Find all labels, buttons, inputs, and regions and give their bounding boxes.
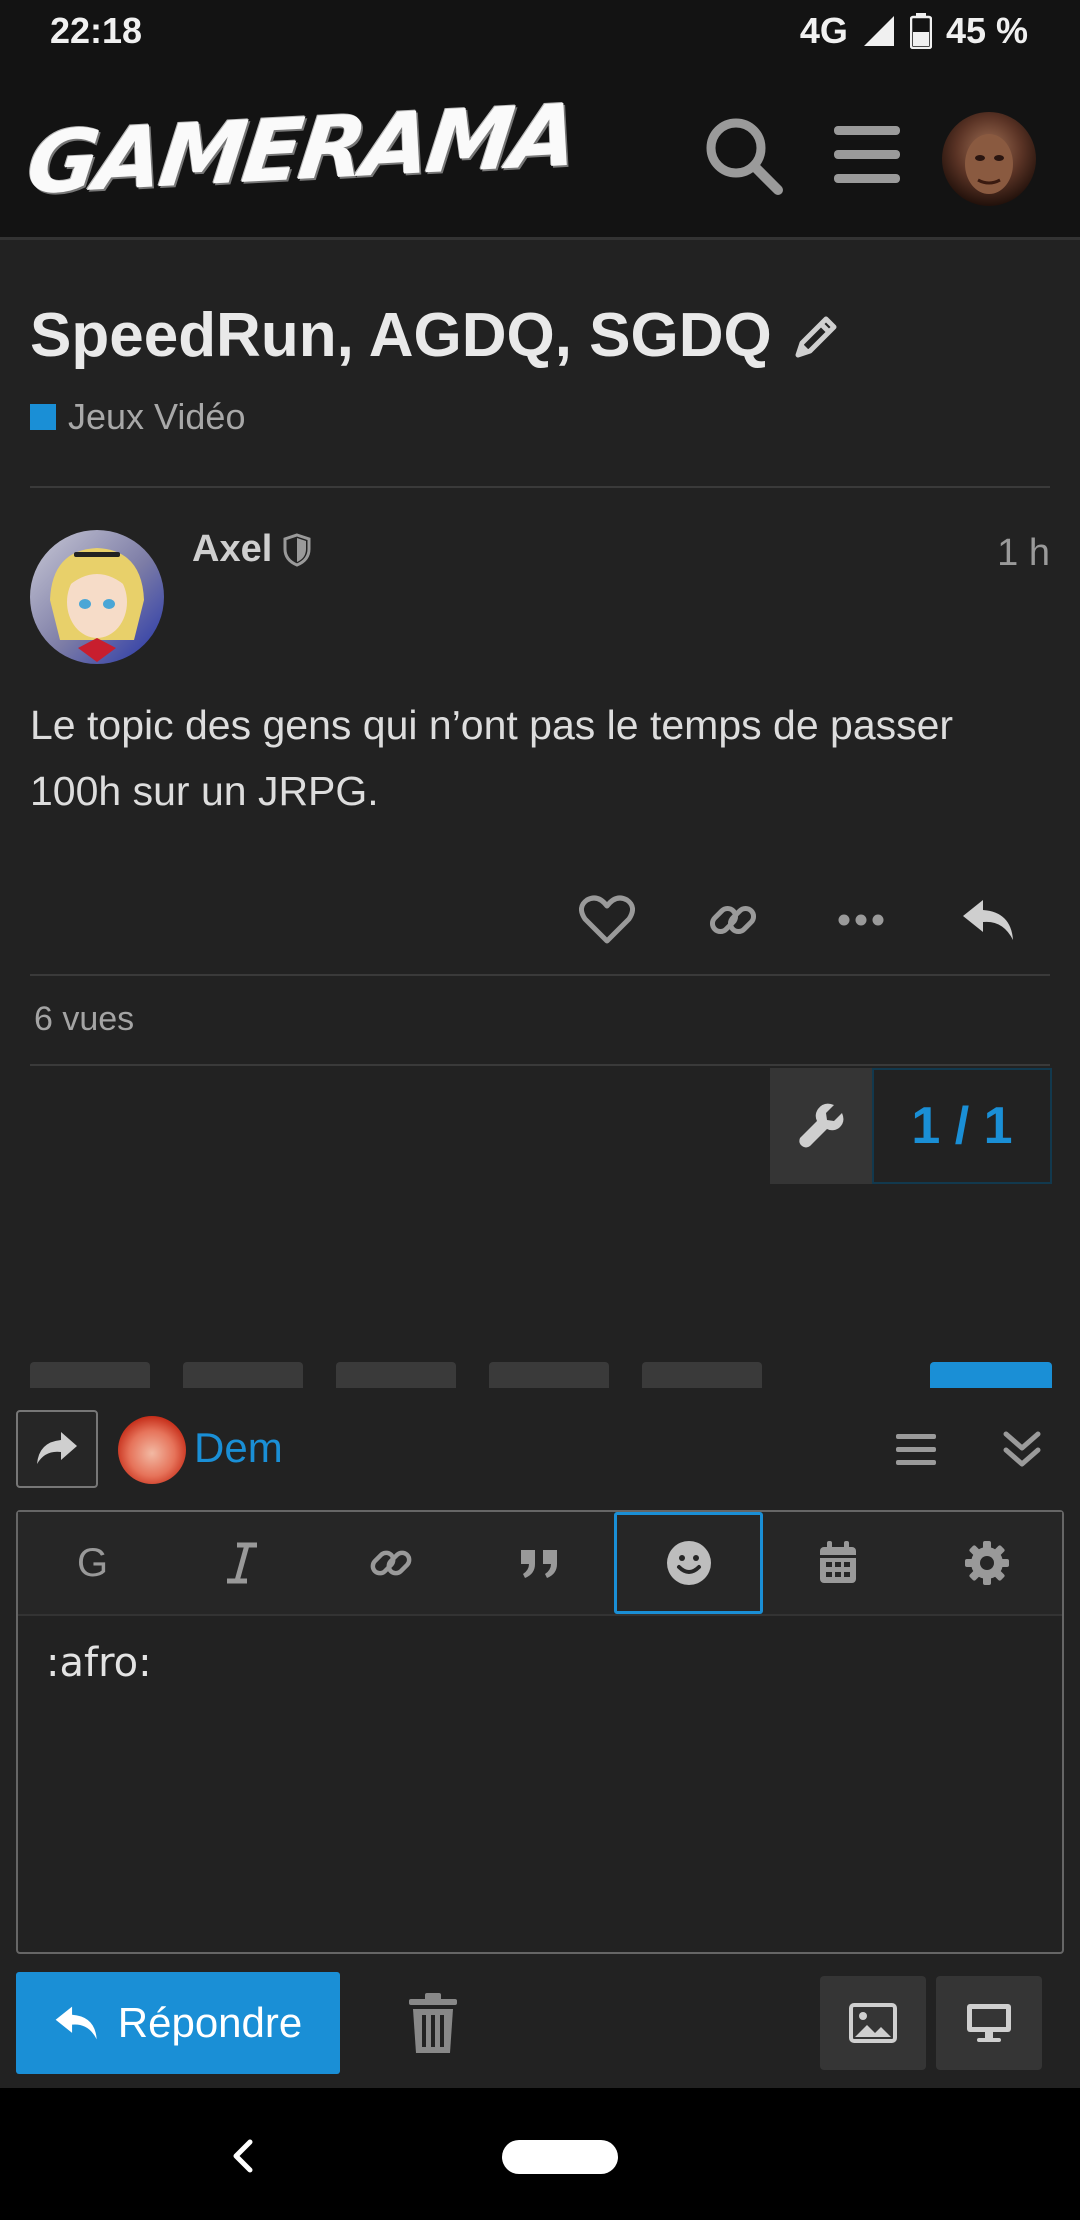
image-icon bbox=[849, 2003, 897, 2043]
battery-percent: 45 % bbox=[945, 10, 1028, 51]
nav-home-pill[interactable] bbox=[502, 2140, 618, 2174]
post-author-name: Axel bbox=[192, 528, 273, 570]
gear-icon bbox=[964, 1541, 1009, 1585]
link-button[interactable] bbox=[316, 1512, 465, 1614]
user-avatar[interactable] bbox=[942, 112, 1036, 206]
hamburger-icon bbox=[834, 126, 900, 183]
link-icon bbox=[370, 1550, 411, 1576]
desktop-view-button[interactable] bbox=[936, 1976, 1042, 2070]
category-color-badge bbox=[30, 404, 56, 430]
avatar-portrait bbox=[50, 548, 144, 662]
reply-textarea[interactable]: :afro: bbox=[46, 1640, 152, 1686]
reply-to-post-button[interactable] bbox=[944, 880, 1034, 960]
emoji-button[interactable] bbox=[614, 1512, 763, 1614]
composer-user-avatar bbox=[118, 1416, 186, 1484]
topic-title: SpeedRun, AGDQ, SGDQ bbox=[30, 300, 844, 371]
insert-date-button[interactable] bbox=[763, 1512, 912, 1614]
status-indicators: 4G 45 % bbox=[800, 10, 1028, 52]
trash-icon bbox=[409, 1993, 457, 2053]
menu-button[interactable] bbox=[822, 110, 912, 200]
hidden-tab bbox=[336, 1362, 456, 1388]
ellipsis-icon bbox=[838, 914, 884, 926]
hidden-tab bbox=[183, 1362, 303, 1388]
composer-toggle-preview-button[interactable] bbox=[876, 1410, 956, 1490]
upload-image-button[interactable] bbox=[820, 1976, 926, 2070]
divider bbox=[30, 1064, 1050, 1066]
link-icon bbox=[709, 905, 757, 935]
search-icon bbox=[706, 118, 783, 195]
reply-icon bbox=[55, 2006, 97, 2040]
share-link-button[interactable] bbox=[688, 880, 778, 960]
options-button[interactable] bbox=[912, 1512, 1061, 1614]
nav-back-button[interactable] bbox=[222, 2126, 262, 2186]
view-count: 6 vues bbox=[34, 1000, 135, 1038]
bold-button[interactable]: G bbox=[18, 1512, 167, 1614]
post-time[interactable]: 1 h bbox=[997, 532, 1050, 575]
smiley-icon bbox=[666, 1541, 711, 1585]
topic-progress[interactable]: 1 / 1 bbox=[872, 1068, 1052, 1184]
more-actions-button[interactable] bbox=[816, 880, 906, 960]
reply-action-button[interactable] bbox=[16, 1410, 98, 1488]
post-author[interactable]: Axel bbox=[192, 528, 312, 571]
avatar-face bbox=[965, 134, 1013, 194]
quote-button[interactable] bbox=[465, 1512, 614, 1614]
category-link[interactable]: Jeux Vidéo bbox=[30, 396, 245, 438]
site-logo[interactable]: GAMERAMA bbox=[22, 86, 581, 214]
search-button[interactable] bbox=[698, 110, 788, 200]
shield-icon bbox=[283, 532, 311, 567]
composer-collapse-button[interactable] bbox=[982, 1410, 1062, 1490]
discard-draft-button[interactable] bbox=[398, 1984, 468, 2064]
signal-icon bbox=[863, 16, 894, 46]
desktop-icon bbox=[967, 2004, 1011, 2042]
site-header: GAMERAMA bbox=[0, 70, 1080, 240]
share-arrow-icon bbox=[37, 1432, 77, 1464]
network-label: 4G bbox=[799, 10, 848, 51]
editor-toolbar: G bbox=[18, 1512, 1062, 1616]
like-button[interactable] bbox=[562, 880, 652, 960]
topic-title-text: SpeedRun, AGDQ, SGDQ bbox=[30, 301, 772, 370]
battery-icon bbox=[909, 13, 932, 49]
admin-tools-button[interactable] bbox=[770, 1068, 872, 1184]
double-chevron-down-icon bbox=[1003, 1431, 1041, 1467]
hidden-tab bbox=[489, 1362, 609, 1388]
divider bbox=[30, 974, 1050, 976]
hidden-tab bbox=[30, 1362, 150, 1388]
italic-button[interactable] bbox=[167, 1512, 316, 1614]
pencil-icon[interactable] bbox=[790, 309, 844, 363]
italic-icon bbox=[226, 1542, 257, 1584]
status-time: 22:18 bbox=[50, 10, 143, 51]
hidden-primary-tab bbox=[930, 1362, 1052, 1388]
chevron-left-icon bbox=[233, 2139, 253, 2173]
submit-reply-button[interactable]: Répondre bbox=[16, 1972, 340, 2074]
post-body: Le topic des gens qui n’ont pas le temps… bbox=[30, 702, 954, 814]
calendar-icon bbox=[819, 1541, 856, 1583]
wrench-icon bbox=[799, 1103, 844, 1148]
reply-icon bbox=[963, 900, 1013, 940]
composer-user-name[interactable]: Dem bbox=[194, 1424, 283, 1472]
hidden-tab bbox=[642, 1362, 762, 1388]
post-author-avatar[interactable] bbox=[30, 530, 164, 664]
heart-icon bbox=[579, 895, 635, 944]
status-bar: 22:18 4G 45 % bbox=[0, 0, 1080, 70]
divider bbox=[30, 486, 1050, 488]
list-icon bbox=[896, 1434, 936, 1465]
quote-icon bbox=[520, 1550, 557, 1578]
category-name: Jeux Vidéo bbox=[68, 396, 246, 437]
submit-reply-label: Répondre bbox=[117, 1999, 303, 2046]
